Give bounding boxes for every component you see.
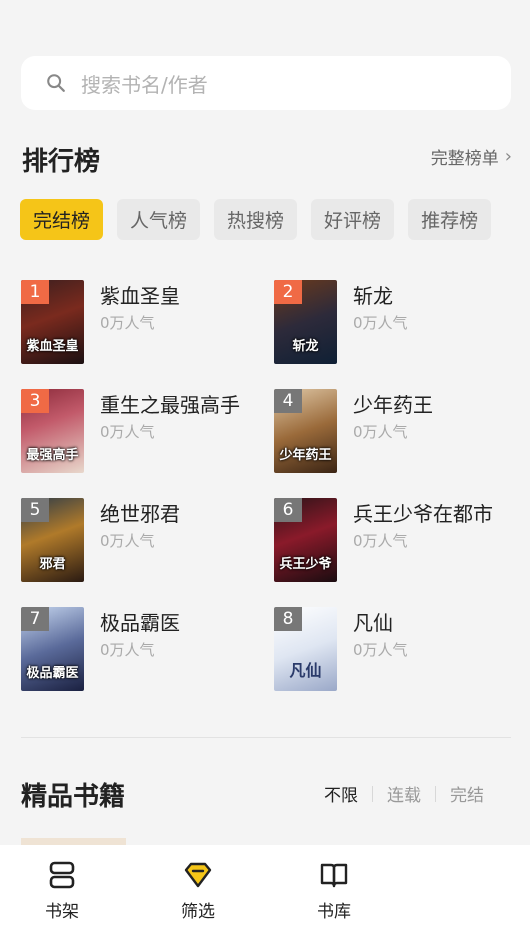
- filter-separator: [372, 785, 373, 802]
- book-cover: 5 邪君: [21, 498, 84, 582]
- book-cover: 2 斩龙: [274, 280, 337, 364]
- bookshelf-icon: [49, 861, 75, 889]
- book-popularity: 0万人气: [100, 641, 155, 659]
- rank-badge: 2: [274, 280, 302, 304]
- section-divider: [21, 737, 511, 738]
- open-book-icon: [320, 863, 348, 888]
- book-popularity: 0万人气: [353, 641, 408, 659]
- ranking-book-item[interactable]: 1 紫血圣皇 紫血圣皇 0万人气: [21, 280, 271, 364]
- ranking-title: 排行榜: [22, 147, 101, 177]
- featured-title: 精品书籍: [21, 782, 126, 812]
- tab-bookshelf-label: 书架: [45, 902, 79, 922]
- tab-library[interactable]: 书库: [266, 845, 402, 925]
- tab-popular[interactable]: 人气榜: [117, 199, 201, 240]
- rank-badge: 8: [274, 607, 302, 631]
- chevron-right-icon: ›: [504, 146, 512, 167]
- tab-top-rated[interactable]: 好评榜: [311, 199, 395, 240]
- book-cover: 8 凡仙: [274, 607, 337, 691]
- bottom-tab-bar: 书架 筛选 书库: [0, 845, 530, 925]
- cover-title: 少年药王: [279, 448, 332, 463]
- book-popularity: 0万人气: [353, 423, 408, 441]
- cover-title: 兵王少爷: [279, 557, 332, 572]
- ranking-book-item[interactable]: 2 斩龙 斩龙 0万人气: [274, 280, 524, 364]
- ranking-book-item[interactable]: 3 最强高手 重生之最强高手 0万人气: [21, 389, 271, 473]
- diamond-filter-icon: [184, 862, 212, 888]
- search-bar[interactable]: 搜索书名/作者: [21, 56, 511, 110]
- filter-completed[interactable]: 完结: [450, 781, 484, 806]
- book-cover: 4 少年药王: [274, 389, 337, 473]
- full-ranking-link[interactable]: 完整榜单 ›: [431, 144, 512, 169]
- book-name: 绝世邪君: [100, 502, 180, 526]
- book-cover: 6 兵王少爷: [274, 498, 337, 582]
- tab-recommended[interactable]: 推荐榜: [408, 199, 492, 240]
- book-name: 斩龙: [353, 284, 393, 308]
- rank-badge: 4: [274, 389, 302, 413]
- tab-hot-search[interactable]: 热搜榜: [214, 199, 298, 240]
- book-popularity: 0万人气: [100, 532, 155, 550]
- tab-filter-label: 筛选: [181, 902, 215, 922]
- rank-badge: 3: [21, 389, 49, 413]
- book-cover: 7 极品霸医: [21, 607, 84, 691]
- filter-separator: [435, 785, 436, 802]
- tab-filter[interactable]: 筛选: [130, 845, 266, 925]
- book-name: 重生之最强高手: [100, 393, 240, 417]
- book-name: 紫血圣皇: [100, 284, 180, 308]
- cover-title: 紫血圣皇: [26, 339, 79, 354]
- book-name: 极品霸医: [100, 611, 180, 635]
- book-popularity: 0万人气: [353, 532, 408, 550]
- full-ranking-label: 完整榜单: [430, 149, 499, 169]
- rank-badge: 1: [21, 280, 49, 304]
- book-cover: 1 紫血圣皇: [21, 280, 84, 364]
- book-popularity: 0万人气: [353, 314, 408, 332]
- tab-bookshelf[interactable]: 书架: [0, 845, 130, 925]
- rank-badge: 6: [274, 498, 302, 522]
- filter-serializing[interactable]: 连载: [387, 781, 421, 806]
- ranking-book-item[interactable]: 7 极品霸医 极品霸医 0万人气: [21, 607, 271, 691]
- book-name: 少年药王: [353, 393, 433, 417]
- book-cover: 3 最强高手: [21, 389, 84, 473]
- book-name: 兵王少爷在都市: [353, 502, 493, 526]
- ranking-book-item[interactable]: 6 兵王少爷 兵王少爷在都市 0万人气: [274, 498, 524, 582]
- cover-title: 最强高手: [26, 448, 79, 463]
- search-icon: [47, 74, 65, 92]
- ranking-book-item[interactable]: 5 邪君 绝世邪君 0万人气: [21, 498, 271, 582]
- ranking-book-item[interactable]: 4 少年药王 少年药王 0万人气: [274, 389, 524, 473]
- cover-title: 斩龙: [292, 339, 319, 354]
- featured-filters: 不限 连载 完结: [324, 781, 484, 806]
- tab-library-label: 书库: [317, 902, 351, 922]
- book-name: 凡仙: [353, 611, 393, 635]
- rank-badge: 5: [21, 498, 49, 522]
- cover-title: 邪君: [39, 557, 66, 572]
- cover-title: 凡仙: [289, 661, 322, 680]
- search-placeholder: 搜索书名/作者: [81, 72, 208, 97]
- ranking-book-item[interactable]: 8 凡仙 凡仙 0万人气: [274, 607, 524, 691]
- tab-completed[interactable]: 完结榜: [20, 199, 104, 240]
- ranking-tabs: 完结榜 人气榜 热搜榜 好评榜 推荐榜: [20, 199, 492, 240]
- cover-title: 极品霸医: [26, 666, 79, 681]
- filter-all[interactable]: 不限: [324, 781, 358, 806]
- book-popularity: 0万人气: [100, 314, 155, 332]
- rank-badge: 7: [21, 607, 49, 631]
- book-popularity: 0万人气: [100, 423, 155, 441]
